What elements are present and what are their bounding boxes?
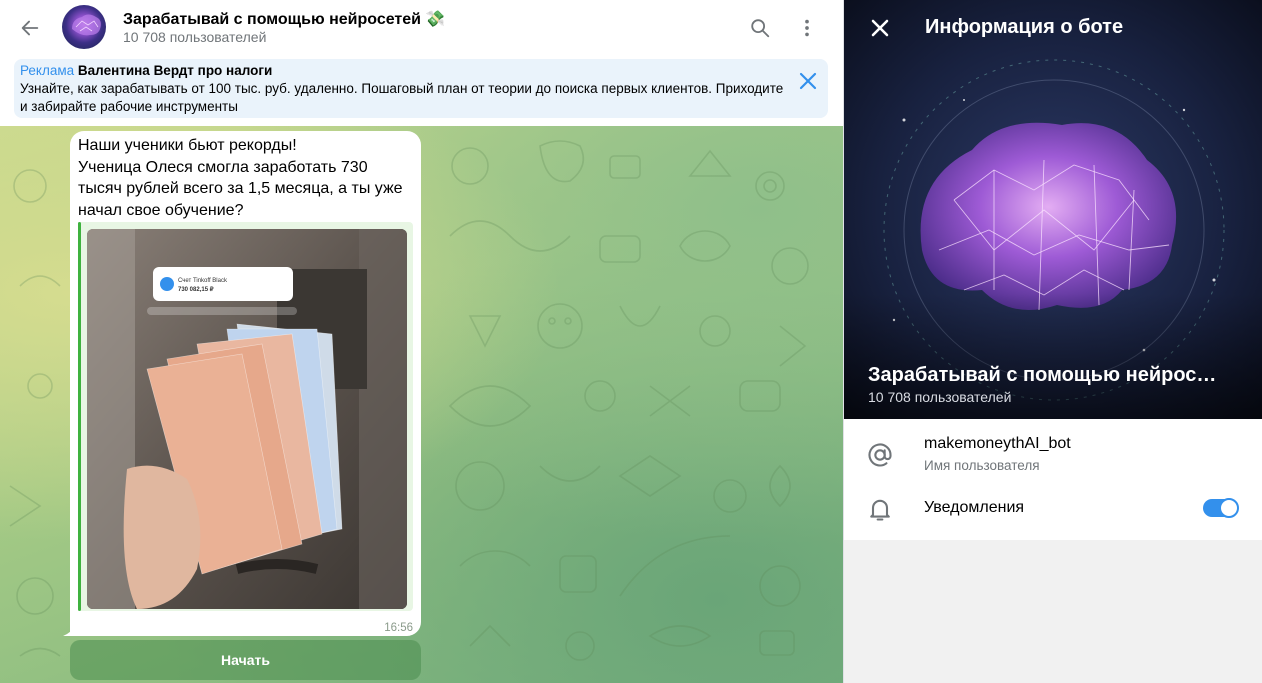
start-button[interactable]: Начать	[70, 640, 421, 680]
chat-title[interactable]: Зарабатывай с помощью нейросетей 💸	[123, 9, 445, 29]
chat-header: Зарабатывай с помощью нейросетей 💸 10 70…	[0, 0, 843, 56]
message-bubble[interactable]: Наши ученики бьют рекорды! Ученица Олеся…	[70, 131, 421, 636]
media-accent-bar	[78, 222, 81, 611]
bot-name: Зарабатывай с помощью нейросетей 💸	[868, 364, 1218, 386]
more-button[interactable]	[791, 12, 823, 44]
brain-image	[844, 0, 1262, 419]
ad-tag: Реклама	[20, 63, 75, 78]
ad-text: Узнайте, как зарабатывать от 100 тыс. ру…	[20, 81, 784, 114]
bot-info-card: makemoneythAI_bot Имя пользователя Уведо…	[844, 419, 1262, 540]
at-icon	[868, 443, 892, 467]
message-photo[interactable]: Счет Tinkoff Black 730 082,15 ₽	[87, 229, 407, 609]
username-caption: Имя пользователя	[924, 458, 1040, 473]
panel-title: Информация о боте	[925, 16, 1124, 38]
message-line: Ученица Олеся смогла заработать 730 тыся…	[78, 158, 403, 219]
message-time: 16:56	[384, 622, 413, 634]
bot-profile-hero: Информация о боте Зарабатывай с помощью …	[844, 0, 1262, 419]
photo-account-label: Счет Tinkoff Black	[178, 278, 228, 284]
notifications-label: Уведомления	[924, 499, 1025, 516]
bell-icon	[870, 499, 890, 521]
message-line: Наши ученики бьют рекорды!	[78, 137, 297, 154]
username-row[interactable]: makemoneythAI_bot Имя пользователя	[844, 419, 1262, 479]
more-vertical-icon	[805, 19, 809, 37]
notifications-toggle[interactable]	[1203, 498, 1239, 518]
chat-subtitle: 10 708 пользователей	[123, 29, 267, 45]
close-icon[interactable]	[796, 69, 820, 93]
bot-info-panel: Информация о боте Зарабатывай с помощью …	[843, 0, 1262, 683]
arrow-left-icon	[21, 20, 39, 36]
ad-title: Валентина Вердт про налоги	[77, 63, 273, 78]
username-value: makemoneythAI_bot	[924, 435, 1071, 452]
close-icon[interactable]	[866, 14, 894, 42]
bot-subtitle: 10 708 пользователей	[868, 389, 1012, 405]
sponsored-message[interactable]: Реклама Валентина Вердт про налоги Узнай…	[14, 59, 828, 118]
back-button[interactable]	[14, 12, 46, 44]
search-button[interactable]	[744, 12, 776, 44]
toggle-knob	[1219, 498, 1239, 518]
notifications-row[interactable]: Уведомления	[844, 487, 1262, 531]
brain-image	[72, 14, 101, 36]
money-photo: Счет Tinkoff Black 730 082,15 ₽	[87, 229, 407, 609]
message-text: Наши ученики бьют рекорды! Ученица Олеся…	[78, 135, 413, 221]
search-icon	[751, 19, 770, 38]
photo-amount-label: 730 082,15 ₽	[178, 286, 214, 293]
chat-area: Зарабатывай с помощью нейросетей 💸 10 70…	[0, 0, 843, 683]
avatar[interactable]	[62, 5, 106, 49]
